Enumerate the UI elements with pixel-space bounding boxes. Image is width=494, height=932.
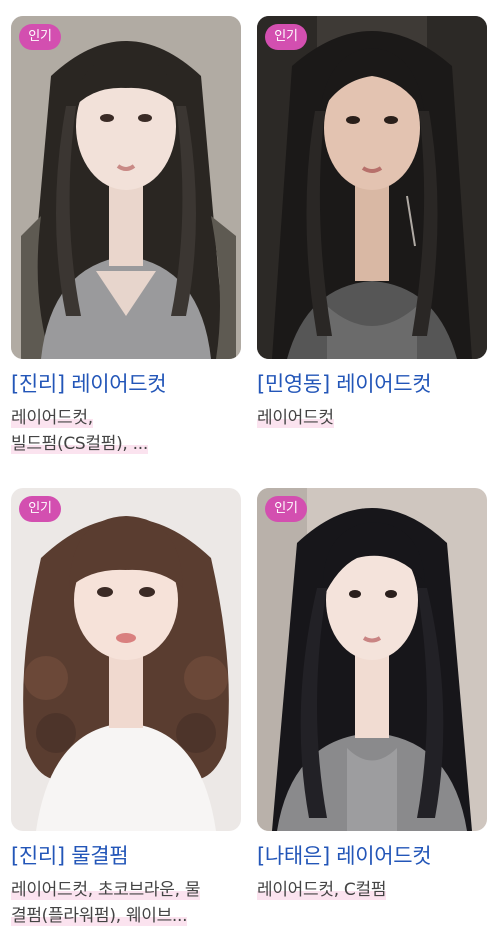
style-description: 레이어드컷 [257, 405, 487, 431]
style-photo[interactable]: 인기 [11, 16, 241, 359]
popular-badge: 인기 [19, 496, 61, 522]
style-grid: 인기 [진리] 레이어드컷 레이어드컷, 빌드펌(CS컬펌), ... 인기 [… [0, 0, 494, 932]
style-title[interactable]: [진리] 물결펌 [11, 841, 241, 871]
style-description: 레이어드컷, 빌드펌(CS컬펌), ... [11, 405, 241, 457]
style-card[interactable]: 인기 [민영동] 레이어드컷 레이어드컷 [257, 16, 487, 431]
style-photo[interactable]: 인기 [257, 16, 487, 359]
style-title[interactable]: [진리] 레이어드컷 [11, 369, 241, 399]
style-title[interactable]: [민영동] 레이어드컷 [257, 369, 487, 399]
description-line: 레이어드컷, C컬펌 [257, 880, 387, 900]
popular-badge: 인기 [265, 496, 307, 522]
portrait-image [257, 16, 487, 359]
portrait-image [11, 16, 241, 359]
style-card[interactable]: 인기 [진리] 물결펌 레이어드컷, 초코브라운, 물 결펌(플라워펌), 웨이… [11, 488, 241, 929]
style-title[interactable]: [나태은] 레이어드컷 [257, 841, 487, 871]
popular-badge: 인기 [19, 24, 61, 50]
description-line: 레이어드컷, [11, 408, 93, 428]
description-line: 결펌(플라워펌), 웨이브... [11, 906, 188, 926]
style-photo[interactable]: 인기 [11, 488, 241, 831]
style-description: 레이어드컷, 초코브라운, 물 결펌(플라워펌), 웨이브... [11, 877, 241, 929]
style-photo[interactable]: 인기 [257, 488, 487, 831]
style-description: 레이어드컷, C컬펌 [257, 877, 487, 903]
popular-badge: 인기 [265, 24, 307, 50]
style-card[interactable]: 인기 [나태은] 레이어드컷 레이어드컷, C컬펌 [257, 488, 487, 903]
portrait-image [11, 488, 241, 831]
portrait-image [257, 488, 487, 831]
description-line: 레이어드컷 [257, 408, 334, 428]
description-line: 레이어드컷, 초코브라운, 물 [11, 880, 201, 900]
description-line: 빌드펌(CS컬펌), ... [11, 434, 148, 454]
style-card[interactable]: 인기 [진리] 레이어드컷 레이어드컷, 빌드펌(CS컬펌), ... [11, 16, 241, 457]
